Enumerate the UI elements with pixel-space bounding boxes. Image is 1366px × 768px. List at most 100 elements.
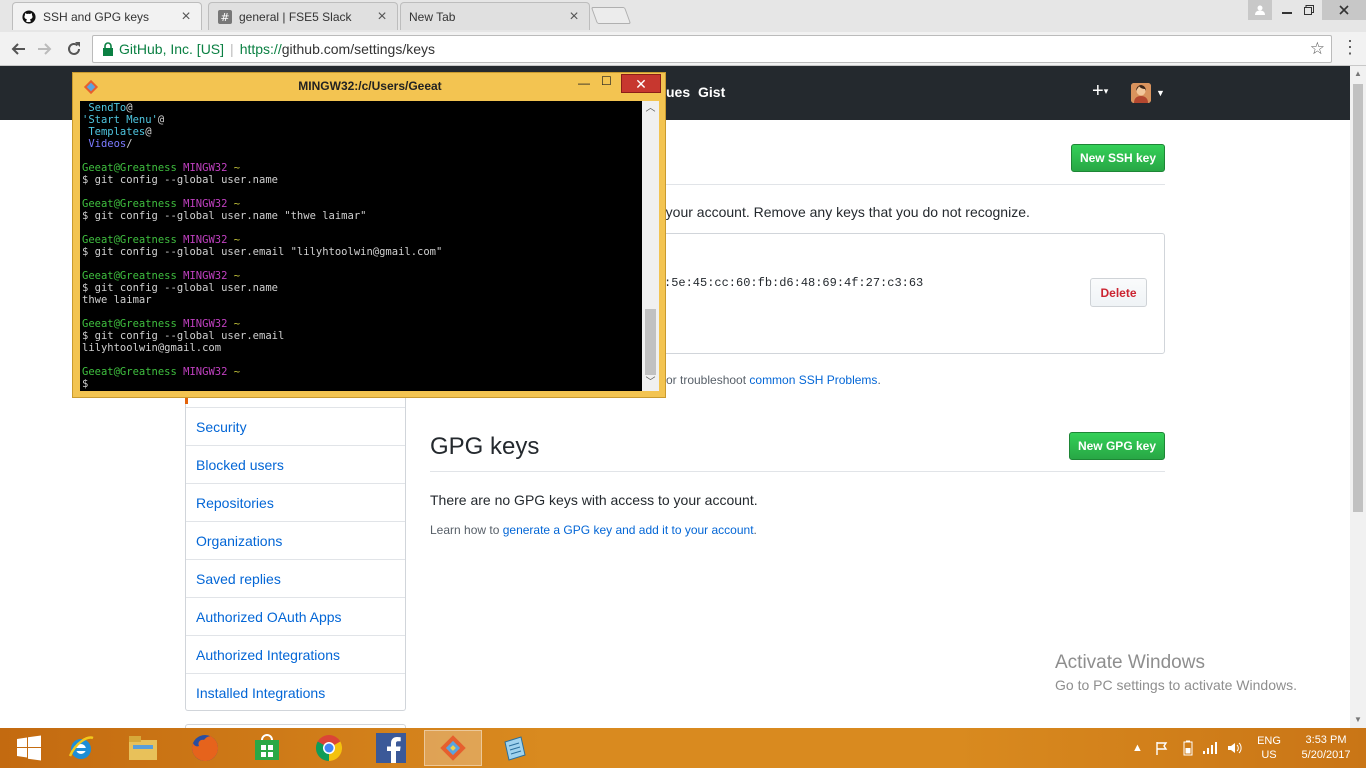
terminal-text: MINGW32 xyxy=(183,318,234,330)
page-scrollbar[interactable]: ▲ ▼ xyxy=(1350,66,1366,728)
facebook-icon[interactable] xyxy=(362,730,420,766)
terminal-line: Geeat@Greatness MINGW32 ~ xyxy=(82,198,640,210)
terminal-text: MINGW32 xyxy=(183,162,234,174)
github-icon xyxy=(21,9,37,25)
internet-explorer-icon[interactable] xyxy=(52,730,110,766)
ssh-help-text: or troubleshoot common SSH Problems. xyxy=(666,373,881,387)
url-path: github.com/settings/keys xyxy=(281,41,436,57)
new-gpg-key-button[interactable]: New GPG key xyxy=(1069,432,1165,460)
terminal-line: Geeat@Greatness MINGW32 ~ xyxy=(82,318,640,330)
terminal-text: Geeat@Greatness xyxy=(82,270,184,282)
scroll-thumb[interactable] xyxy=(1353,84,1363,512)
chevron-down-icon[interactable]: ▼ xyxy=(1156,88,1165,98)
forward-icon[interactable] xyxy=(33,37,57,61)
close-tab-icon[interactable]: × xyxy=(179,8,193,26)
clock-time: 3:53 PM xyxy=(1305,734,1347,746)
scroll-up-icon[interactable]: ︿ xyxy=(642,101,659,117)
gpg-help-suffix: . xyxy=(753,523,757,537)
delete-ssh-key-button[interactable]: Delete xyxy=(1090,278,1147,307)
clock[interactable]: 3:53 PM 5/20/2017 xyxy=(1294,728,1358,768)
firefox-icon[interactable] xyxy=(176,730,234,766)
terminal-scrollbar[interactable]: ︿ ﹀ xyxy=(642,101,659,391)
terminal-text: SendTo xyxy=(82,102,127,114)
sidebar-item-blocked-users[interactable]: Blocked users xyxy=(186,445,405,483)
windows-store-icon[interactable] xyxy=(238,730,296,766)
scroll-up-icon[interactable]: ▲ xyxy=(1350,66,1366,82)
git-bash-window[interactable]: MINGW32:/c/Users/Geeat — ☐ ✕ SendTo@ 'Sta… xyxy=(72,72,666,398)
terminal-text: ~ xyxy=(233,198,241,210)
sidebar-item-security[interactable]: Security xyxy=(186,407,405,445)
input-language[interactable]: ENG US xyxy=(1256,728,1282,768)
generate-gpg-key-link[interactable]: generate a GPG key and add it to your ac… xyxy=(503,523,754,537)
notepad-icon[interactable] xyxy=(486,730,544,766)
file-explorer-icon[interactable] xyxy=(114,730,172,766)
terminal-line: Geeat@Greatness MINGW32 ~ xyxy=(82,162,640,174)
terminal-output[interactable]: SendTo@ 'Start Menu'@ Templates@ Videos/G… xyxy=(80,101,642,391)
chrome-menu-icon[interactable]: ⋮ xyxy=(1340,37,1360,61)
terminal-line: $ xyxy=(82,378,640,390)
create-new-plus-icon[interactable]: +▾ xyxy=(1092,80,1108,103)
terminal-text: $ git config --global user.name xyxy=(82,174,278,186)
sidebar-item-organizations[interactable]: Organizations xyxy=(186,521,405,559)
minimize-icon[interactable]: — xyxy=(578,76,590,90)
scroll-thumb[interactable] xyxy=(645,309,656,375)
tab-slack-general[interactable]: # general | FSE5 Slack × xyxy=(208,2,398,30)
chrome-icon[interactable] xyxy=(300,730,358,766)
maximize-icon[interactable]: ☐ xyxy=(601,74,612,88)
close-icon[interactable]: ✕ xyxy=(621,74,661,93)
back-icon[interactable] xyxy=(6,37,30,61)
show-hidden-icons[interactable]: ▲ xyxy=(1132,728,1146,768)
avatar[interactable] xyxy=(1131,83,1151,103)
git-bash-icon[interactable] xyxy=(424,730,482,766)
sidebar-item-installed-integrations[interactable]: Installed Integrations xyxy=(186,673,405,711)
terminal-text: Videos xyxy=(82,138,127,150)
sidebar-item-repositories[interactable]: Repositories xyxy=(186,483,405,521)
user-profile-icon[interactable] xyxy=(1248,0,1272,20)
terminal-titlebar[interactable]: MINGW32:/c/Users/Geeat — ☐ ✕ xyxy=(73,73,667,100)
scroll-down-icon[interactable]: ﹀ xyxy=(642,375,659,391)
windows-start-icon[interactable] xyxy=(0,730,58,766)
scroll-down-icon[interactable]: ▼ xyxy=(1350,712,1366,728)
new-tab-button[interactable] xyxy=(590,7,632,24)
tab-title: general | FSE5 Slack xyxy=(239,9,352,24)
divider xyxy=(430,471,1165,472)
sidebar-item-authorized-integrations[interactable]: Authorized Integrations xyxy=(186,635,405,673)
terminal-text: $ git config --global user.email xyxy=(82,330,285,342)
terminal-text: Geeat@Greatness xyxy=(82,162,184,174)
close-window-icon[interactable] xyxy=(1322,0,1366,20)
activate-windows-subtitle: Go to PC settings to activate Windows. xyxy=(1055,677,1297,693)
terminal-line: thwe laimar xyxy=(82,294,640,306)
reload-icon[interactable] xyxy=(62,37,86,61)
sidebar-item-authorized-oauth-apps[interactable]: Authorized OAuth Apps xyxy=(186,597,405,635)
terminal-line: Templates@ xyxy=(82,126,640,138)
address-bar[interactable]: GitHub, Inc. [US] | https:// github.com/… xyxy=(92,35,1332,63)
terminal-text: ~ xyxy=(233,270,241,282)
sidebar-item-saved-replies[interactable]: Saved replies xyxy=(186,559,405,597)
volume-icon[interactable] xyxy=(1227,728,1245,768)
close-tab-icon[interactable]: × xyxy=(375,8,389,26)
terminal-line: $ git config --global user.email "lilyht… xyxy=(82,246,640,258)
ev-certificate-name[interactable]: GitHub, Inc. [US] xyxy=(119,41,224,57)
slack-hash-icon: # xyxy=(217,9,233,25)
new-ssh-key-button[interactable]: New SSH key xyxy=(1071,144,1165,172)
terminal-text: Templates xyxy=(82,126,146,138)
ssh-help-suffix: . xyxy=(877,373,881,387)
common-ssh-problems-link[interactable]: common SSH Problems xyxy=(749,373,877,387)
bookmark-star-icon[interactable]: ☆ xyxy=(1310,39,1325,59)
tab-ssh-gpg-keys[interactable]: SSH and GPG keys × xyxy=(12,2,202,30)
signal-strength-icon[interactable] xyxy=(1202,728,1220,768)
nav-gist-link[interactable]: Gist xyxy=(698,84,725,100)
nav-issues-link[interactable]: ues xyxy=(666,84,690,100)
battery-icon[interactable] xyxy=(1183,728,1197,768)
terminal-line: Geeat@Greatness MINGW32 ~ xyxy=(82,366,640,378)
tab-new-tab[interactable]: New Tab × xyxy=(400,2,590,30)
terminal-text: Geeat@Greatness xyxy=(82,234,184,246)
terminal-text: thwe laimar xyxy=(82,294,152,306)
terminal-text: $ git config --global user.email "lilyht… xyxy=(82,246,443,258)
terminal-line: $ git config --global user.name "thwe la… xyxy=(82,210,640,222)
restore-icon[interactable] xyxy=(1296,0,1322,20)
terminal-text: ~ xyxy=(233,318,241,330)
close-tab-icon[interactable]: × xyxy=(567,8,581,26)
action-center-flag-icon[interactable] xyxy=(1155,728,1173,768)
